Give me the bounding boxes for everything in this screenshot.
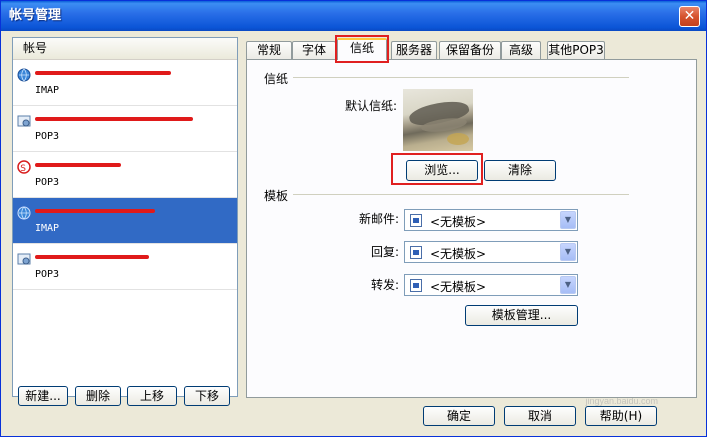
tab-general[interactable]: 常规: [246, 41, 292, 59]
forward-template-value: <无模板>: [430, 280, 487, 294]
template-doc-icon: [410, 279, 422, 292]
globe-account-icon: [17, 68, 31, 82]
new-mail-template-value: <无模板>: [430, 215, 487, 229]
account-item-selected[interactable]: IMAP: [13, 198, 237, 244]
new-mail-label: 新邮件:: [358, 212, 399, 226]
account-name-redacted: [35, 113, 193, 121]
tab-advanced[interactable]: 高级: [501, 41, 541, 59]
reply-label: 回复:: [370, 245, 399, 259]
help-button[interactable]: 帮助(H): [585, 406, 657, 426]
title-bar[interactable]: 帐号管理 ✕: [1, 1, 706, 31]
tab-font[interactable]: 字体: [292, 41, 336, 59]
stationery-preview-image: [403, 89, 473, 151]
stationery-group-title: 信纸: [264, 72, 289, 86]
account-type: POP3: [35, 269, 60, 280]
account-type: IMAP: [35, 85, 60, 96]
template-doc-icon: [410, 246, 422, 259]
reply-template-value: <无模板>: [430, 247, 487, 261]
account-manager-window: 帐号管理 ✕ 帐号 IMAP POP3 S POP3 IMAP POP3 新建.…: [0, 0, 707, 437]
close-button[interactable]: ✕: [679, 6, 700, 27]
mail-server-icon: [17, 253, 31, 265]
new-account-button[interactable]: 新建...: [18, 386, 68, 406]
clear-button[interactable]: 清除: [484, 160, 556, 181]
move-up-button[interactable]: 上移: [127, 386, 177, 406]
browse-button-highlight: [391, 153, 483, 185]
window-title: 帐号管理: [9, 8, 62, 23]
chevron-down-icon[interactable]: ▼: [560, 211, 576, 229]
chevron-down-icon[interactable]: ▼: [560, 243, 576, 261]
svg-text:S: S: [20, 164, 26, 174]
template-manage-button[interactable]: 模板管理...: [465, 305, 578, 326]
globe-account-icon: [17, 206, 31, 220]
account-name-redacted: [35, 251, 185, 259]
account-list: 帐号 IMAP POP3 S POP3 IMAP POP3 新建... 删除 上…: [12, 37, 238, 406]
tab-server[interactable]: 服务器: [391, 41, 437, 59]
template-doc-icon: [410, 214, 422, 227]
move-down-button[interactable]: 下移: [184, 386, 230, 406]
close-icon: ✕: [683, 8, 696, 24]
templates-group-title: 模板: [264, 189, 289, 203]
tab-other-pop3[interactable]: 其他POP3: [547, 41, 605, 59]
netease-account-icon: S: [17, 160, 31, 174]
default-stationery-label: 默认信纸:: [344, 99, 397, 113]
account-name-redacted: [35, 159, 185, 167]
reply-template-select[interactable]: <无模板> ▼: [404, 241, 578, 263]
group-divider: [293, 194, 629, 195]
tab-backup[interactable]: 保留备份: [439, 41, 501, 59]
account-item[interactable]: S POP3: [13, 152, 237, 198]
forward-template-select[interactable]: <无模板> ▼: [404, 274, 578, 296]
account-item[interactable]: POP3: [13, 244, 237, 290]
account-name-redacted: [35, 205, 185, 213]
new-mail-template-select[interactable]: <无模板> ▼: [404, 209, 578, 231]
forward-label: 转发:: [370, 278, 399, 292]
account-name-redacted: [35, 67, 185, 75]
stationery-tab-highlight: [335, 35, 389, 63]
account-column-label: 帐号: [23, 41, 48, 55]
chevron-down-icon[interactable]: ▼: [560, 276, 576, 294]
cancel-button[interactable]: 取消: [504, 406, 576, 426]
delete-account-button[interactable]: 删除: [75, 386, 121, 406]
account-type: POP3: [35, 131, 60, 142]
account-item[interactable]: IMAP: [13, 60, 237, 106]
account-item[interactable]: POP3: [13, 106, 237, 152]
account-type: IMAP: [35, 223, 60, 234]
account-list-header[interactable]: 帐号: [13, 38, 237, 60]
account-type: POP3: [35, 177, 60, 188]
group-divider: [293, 77, 629, 78]
mail-server-icon: [17, 115, 31, 127]
ok-button[interactable]: 确定: [423, 406, 495, 426]
